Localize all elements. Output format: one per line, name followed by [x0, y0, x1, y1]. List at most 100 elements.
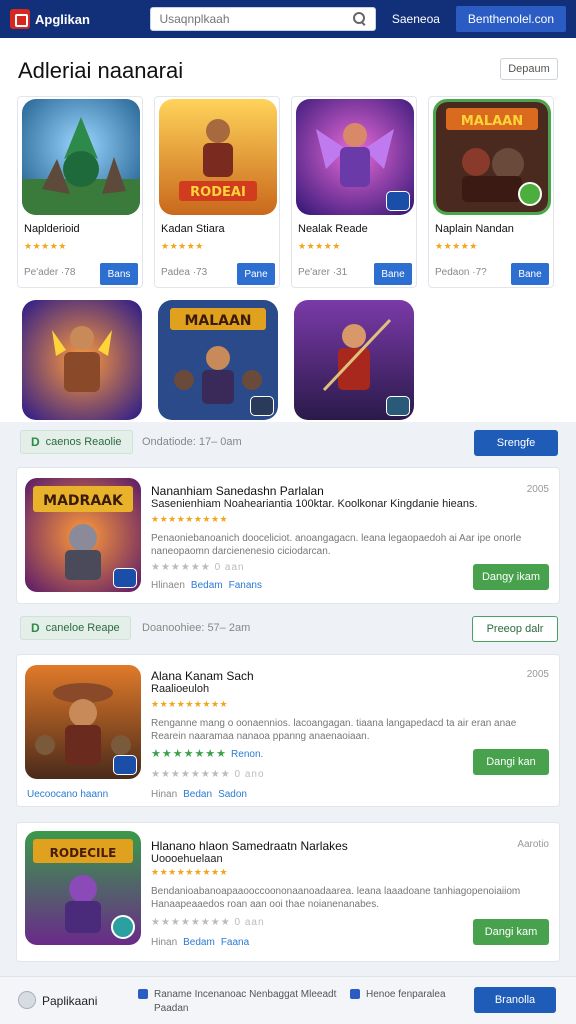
- app-icon[interactable]: RODECILE: [25, 831, 141, 945]
- game-name: Naplderioid: [24, 223, 80, 235]
- checkbox[interactable]: [138, 989, 148, 999]
- game-name: Kadan Stiara: [161, 223, 225, 235]
- app-list-item[interactable]: RODECILE Hlanano hlaon Samedraatn Narlak…: [16, 822, 560, 962]
- game-thumbnail[interactable]: MALAAN: [158, 300, 278, 420]
- app-link[interactable]: Faana: [221, 937, 249, 948]
- verified-badge: [518, 182, 542, 206]
- game-meta: Pedaon ·7?: [435, 267, 487, 278]
- platform-badge: [250, 396, 274, 416]
- app-list-item[interactable]: Alana Kanam Sach Raalioeuloh ★★★★★★★★★ R…: [16, 654, 560, 807]
- checkbox[interactable]: [350, 989, 360, 999]
- app-logo[interactable]: Apglikan: [10, 9, 136, 29]
- filter-row: Dcaneloe Reape Doanoohiee: 57– 2am Preeo…: [0, 610, 576, 650]
- filter-info: Ondatiode: 17– 0am: [142, 436, 242, 448]
- search-input[interactable]: [159, 12, 353, 26]
- logo-icon: [10, 9, 30, 29]
- rating-stars: ★★★★★: [435, 241, 478, 251]
- platform-badge: [386, 396, 410, 416]
- filter-chip-label: caenos Reaolie: [45, 436, 122, 448]
- app-title[interactable]: Hlanano hlaon Samedraatn Narlakes: [151, 839, 348, 853]
- game-name: Naplain Nandan: [435, 223, 514, 235]
- game-card[interactable]: Naplderioid ★★★★★ Pe'ader ·78 Bans: [17, 96, 143, 288]
- app-subtitle: Raalioeuloh: [151, 683, 210, 695]
- user-rating-stars: ★★★★★★★: [151, 748, 228, 760]
- search-icon[interactable]: [352, 12, 367, 26]
- game-thumbnail[interactable]: [22, 99, 140, 215]
- game-thumbnail[interactable]: RODEAI: [159, 99, 277, 215]
- app-link[interactable]: Hlinaen: [151, 580, 185, 591]
- game-card[interactable]: MALAAN Naplain Nandan ★★★★★ Pedaon ·7? B…: [428, 96, 554, 288]
- game-thumbnail[interactable]: [294, 300, 414, 420]
- app-title[interactable]: Alana Kanam Sach: [151, 669, 254, 683]
- get-button[interactable]: Pane: [237, 263, 275, 285]
- app-link[interactable]: Bedam: [191, 580, 223, 591]
- app-link[interactable]: Bedam: [183, 937, 215, 948]
- footer-button[interactable]: Branolla: [474, 987, 556, 1013]
- rating-stars: ★★★★★★★★★: [151, 699, 229, 709]
- app-list-item[interactable]: MADRAAK Nananhiam Sanedashn Parlalan Sas…: [16, 467, 560, 604]
- featured-section: Adleriai naanarai Depaum Naplderioid ★★★…: [0, 38, 576, 422]
- app-link[interactable]: Hinan: [151, 789, 177, 800]
- view-all-button[interactable]: Depaum: [500, 58, 558, 80]
- filter-chip[interactable]: Dcaenos Reaolie: [20, 430, 133, 454]
- footer-brand: Paplikaani: [42, 994, 98, 1008]
- user-rating: ★★★★★★★ Renon.: [151, 747, 263, 760]
- filter-chip-icon: D: [31, 621, 40, 635]
- app-title[interactable]: Nananhiam Sanedashn Parlalan: [151, 484, 324, 498]
- get-button[interactable]: Bans: [100, 263, 138, 285]
- rating-row: ★★★★★★★★ 0 ano: [151, 769, 265, 780]
- header-link[interactable]: Saeneoa: [392, 12, 440, 26]
- filter-button[interactable]: Srengfe: [474, 430, 558, 456]
- search-box[interactable]: [150, 7, 376, 31]
- app-date: 2005: [526, 669, 549, 680]
- game-thumbnail[interactable]: [296, 99, 414, 215]
- header-button[interactable]: Benthenolel.con: [455, 6, 566, 32]
- developer-link[interactable]: Uecoocano haann: [27, 789, 108, 800]
- user-rating-label[interactable]: Renon.: [231, 749, 263, 760]
- filter-chip[interactable]: Dcaneloe Reape: [20, 616, 131, 640]
- app-link[interactable]: Hinan: [151, 937, 177, 948]
- app-icon[interactable]: [25, 665, 141, 779]
- app-links: Hinan Bedan Sadon: [151, 789, 247, 800]
- footer-logo-icon: [18, 991, 36, 1009]
- top-bar: Apglikan Saeneoa Benthenolel.con: [0, 0, 576, 38]
- app-links: Hlinaen Bedam Fanans: [151, 580, 262, 591]
- app-link[interactable]: Fanans: [229, 580, 262, 591]
- thumb-title: RODEAI: [190, 185, 246, 200]
- game-meta: Pe'arer ·31: [298, 267, 348, 278]
- game-card[interactable]: RODEAI Kadan Stiara ★★★★★ Padea ·73 Pane: [154, 96, 280, 288]
- game-name: Nealak Reade: [298, 223, 368, 235]
- game-meta: Padea ·73: [161, 267, 208, 278]
- rating-stars: ★★★★★: [161, 241, 204, 251]
- app-description: Bendanioabanoapaaooccoononaanoadaarea. l…: [151, 886, 521, 910]
- app-date: 2005: [526, 484, 549, 495]
- get-button[interactable]: Bane: [511, 263, 549, 285]
- game-card[interactable]: Nealak Reade ★★★★★ Pe'arer ·31 Bane: [291, 96, 417, 288]
- rating-row: ★★★★★★★★ 0 aan: [151, 917, 265, 928]
- install-button[interactable]: Dangi kan: [473, 749, 549, 775]
- game-thumbnail[interactable]: MALAAN: [433, 99, 551, 215]
- app-description: Renganne mang o oonaennios. lacoangagan.…: [151, 718, 517, 742]
- filter-chip-icon: D: [31, 435, 40, 449]
- filter-button[interactable]: Preeop dalr: [472, 616, 558, 642]
- game-meta: Pe'ader ·78: [24, 267, 76, 278]
- platform-badge: [113, 755, 137, 775]
- install-button[interactable]: Dangi kam: [473, 919, 549, 945]
- rating-summary: ★★★★★★ 0 aan: [151, 562, 245, 573]
- get-button[interactable]: Bane: [374, 263, 412, 285]
- app-date: Aarotio: [517, 839, 549, 850]
- section-title: Adleriai naanarai: [18, 58, 184, 83]
- install-button[interactable]: Dangy ikam: [473, 564, 549, 590]
- rating-summary: ★★★★★★★★ 0 ano: [151, 769, 265, 780]
- filter-chip-label: caneloe Reape: [45, 622, 120, 634]
- app-icon[interactable]: MADRAAK: [25, 478, 141, 592]
- platform-badge: [386, 191, 410, 211]
- app-link[interactable]: Sadon: [218, 789, 247, 800]
- thumb-title: MALAAN: [461, 114, 523, 129]
- icon-title: MADRAAK: [43, 493, 124, 509]
- icon-title: RODECILE: [50, 846, 117, 860]
- app-subtitle: Uoooehuelaan: [151, 853, 223, 865]
- game-thumbnail[interactable]: [22, 300, 142, 420]
- app-link[interactable]: Bedan: [183, 789, 212, 800]
- app-links: Hinan Bedam Faana: [151, 937, 249, 948]
